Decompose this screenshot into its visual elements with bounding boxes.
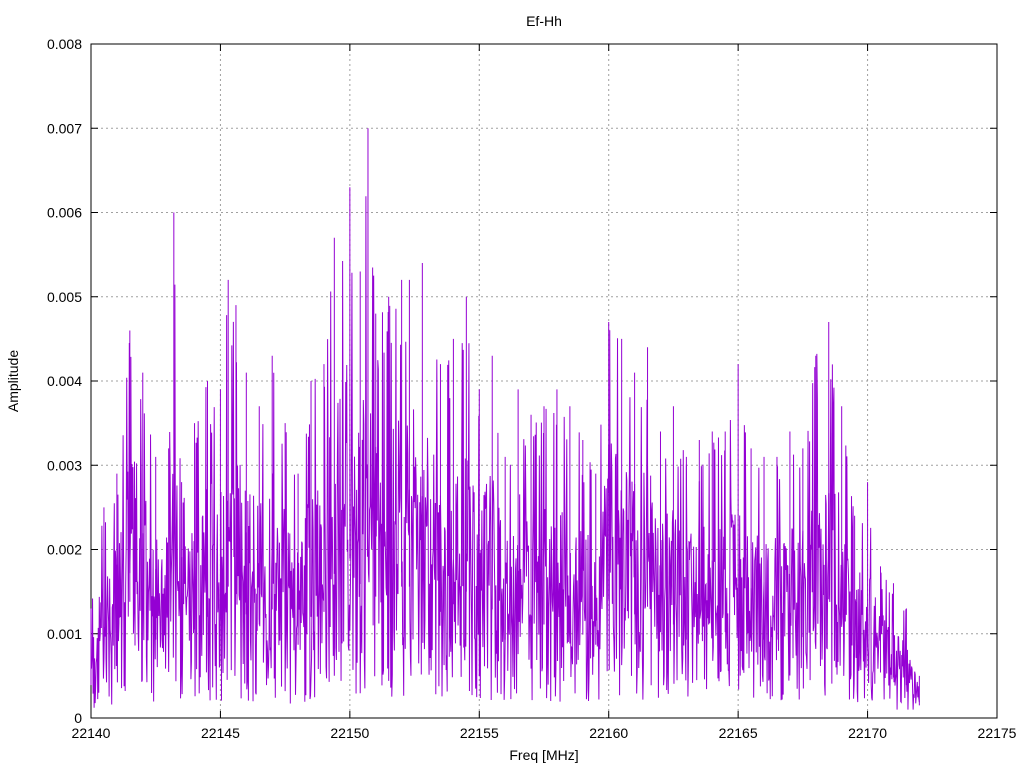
series-group: [90, 128, 920, 710]
x-tick-labels: 22140 22145 22150 22155 22160 22165 22170 22175: [72, 725, 1017, 741]
x-tick-label: 22165: [719, 725, 758, 741]
x-tick-label: 22140: [72, 725, 111, 741]
y-tick-label: 0.006: [47, 205, 82, 221]
x-tick-label: 22170: [848, 725, 887, 741]
x-axis-label: Freq [MHz]: [509, 747, 578, 763]
chart-canvas: 22140 22145 22150 22155 22160 22165 22170 22175…: [5, 13, 1017, 763]
y-tick-label: 0: [74, 710, 82, 726]
y-tick-label: 0.002: [47, 542, 82, 558]
y-tick-labels: 0 0.001 0.002 0.003 0.004 0.005 0.006 0.007 0.00…: [47, 36, 82, 726]
y-tick-label: 0.003: [47, 457, 82, 473]
y-tick-label: 0.007: [47, 120, 82, 136]
y-axis-label: Amplitude: [5, 350, 21, 412]
x-tick-label: 22160: [589, 725, 628, 741]
x-tick-label: 22145: [201, 725, 240, 741]
x-tick-label: 22155: [460, 725, 499, 741]
chart-title: Ef-Hh: [526, 13, 562, 29]
x-tick-label: 22150: [330, 725, 369, 741]
x-tick-label: 22175: [978, 725, 1017, 741]
y-tick-label: 0.001: [47, 626, 82, 642]
y-tick-label: 0.004: [47, 373, 82, 389]
y-tick-label: 0.008: [47, 36, 82, 52]
y-tick-label: 0.005: [47, 289, 82, 305]
